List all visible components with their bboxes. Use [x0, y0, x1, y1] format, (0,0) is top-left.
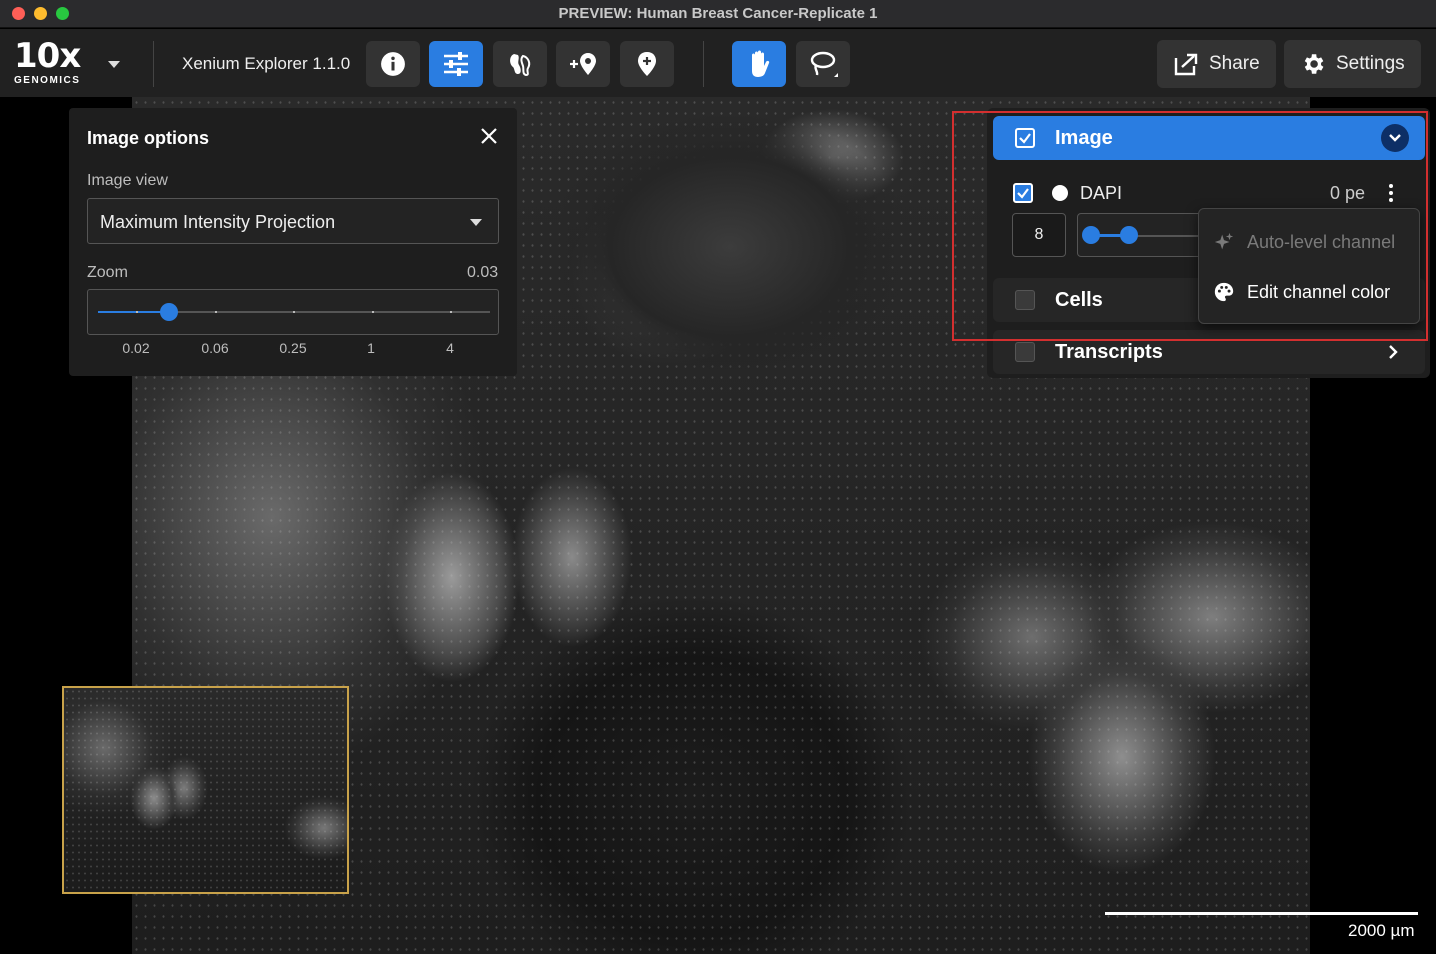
- channel-range-slider[interactable]: [1077, 213, 1207, 257]
- image-layer-header[interactable]: Image: [993, 116, 1425, 160]
- share-icon: [1174, 53, 1198, 76]
- hand-pan-icon: [752, 50, 770, 77]
- chevron-right-icon[interactable]: [1387, 343, 1399, 361]
- close-icon[interactable]: [477, 124, 501, 148]
- chevron-down-icon: [1389, 134, 1401, 142]
- edit-channel-color-menu-item[interactable]: Edit channel color: [1199, 269, 1419, 315]
- cells-layer-checkbox[interactable]: [1015, 290, 1035, 310]
- zoom-tick-label: 0.06: [201, 340, 229, 356]
- chevron-down-icon: [470, 219, 482, 226]
- logo-menu-caret-icon[interactable]: [108, 61, 120, 68]
- edit-channel-color-label: Edit channel color: [1247, 281, 1391, 302]
- image-layer-checkbox[interactable]: [1015, 128, 1035, 148]
- channel-min-input[interactable]: 8: [1012, 213, 1066, 257]
- zoom-slider-thumb[interactable]: [160, 303, 178, 321]
- transcripts-layer-row[interactable]: Transcripts: [993, 330, 1425, 374]
- image-view-value: Maximum Intensity Projection: [100, 212, 336, 232]
- tissue-image-region: [500, 97, 960, 397]
- share-button[interactable]: Share: [1157, 40, 1276, 88]
- overview-minimap[interactable]: [62, 686, 349, 894]
- channel-context-menu: Auto-level channel Edit channel color: [1198, 208, 1420, 324]
- settings-button[interactable]: Settings: [1284, 40, 1421, 88]
- zoom-tick-label: 4: [446, 340, 454, 356]
- share-label: Share: [1209, 53, 1260, 74]
- auto-level-channel-menu-item[interactable]: Auto-level channel: [1199, 219, 1419, 265]
- channel-color-swatch[interactable]: [1052, 185, 1068, 201]
- zoom-slider-mark: [136, 311, 138, 313]
- range-slider-min-thumb[interactable]: [1082, 226, 1100, 244]
- cells-layer-label: Cells: [1055, 289, 1103, 311]
- channel-value: 0 pe: [1330, 183, 1366, 203]
- zoom-tick-label: 0.02: [122, 340, 150, 356]
- settings-label: Settings: [1336, 53, 1405, 74]
- zoom-label: Zoom: [87, 264, 128, 281]
- sliders-icon: [444, 52, 468, 76]
- image-options-title: Image options: [87, 128, 210, 148]
- scale-bar: [1105, 912, 1418, 915]
- zoom-tick-label: 0.25: [279, 340, 307, 356]
- transcripts-layer-checkbox[interactable]: [1015, 342, 1035, 362]
- zoom-slider-mark: [372, 311, 374, 313]
- range-slider-track[interactable]: [1130, 235, 1206, 237]
- image-layer-label: Image: [1055, 127, 1113, 149]
- image-options-panel: Image options Image view Maximum Intensi…: [69, 108, 517, 376]
- window-title: PREVIEW: Human Breast Cancer-Replicate 1: [558, 5, 878, 22]
- more-options-icon[interactable]: [1385, 182, 1397, 204]
- auto-level-channel-label: Auto-level channel: [1247, 231, 1396, 252]
- main-toolbar: 10x GENOMICS Xenium Explorer 1.1.0 Share…: [0, 29, 1436, 97]
- zoom-value: 0.03: [467, 264, 499, 281]
- info-button[interactable]: [366, 41, 420, 87]
- gear-icon: [1304, 54, 1324, 74]
- info-icon: [381, 52, 405, 76]
- pin-add-icon: [638, 52, 656, 76]
- app-name: Xenium Explorer 1.1.0: [182, 54, 351, 73]
- zoom-slider-mark: [215, 311, 217, 313]
- dapi-channel-checkbox[interactable]: [1013, 183, 1033, 203]
- pan-tool-button[interactable]: [732, 41, 786, 87]
- checkmark-icon: [1019, 133, 1031, 144]
- image-view-select[interactable]: Maximum Intensity Projection: [87, 198, 499, 244]
- zoom-tick-label: 1: [367, 340, 375, 356]
- lasso-tool-button[interactable]: [796, 41, 850, 87]
- logo-subtext: GENOMICS: [14, 75, 81, 86]
- toolbar-divider: [703, 41, 704, 87]
- add-pin-button[interactable]: [620, 41, 674, 87]
- sparkle-icon: [1214, 232, 1234, 250]
- zoom-slider-mark: [293, 311, 295, 313]
- image-view-label: Image view: [87, 172, 168, 189]
- image-options-button[interactable]: [429, 41, 483, 87]
- zoom-slider-mark: [450, 311, 452, 313]
- logo-text: 10x: [14, 36, 81, 76]
- add-location-icon: [570, 53, 596, 75]
- cell-segmentation-button[interactable]: [493, 41, 547, 87]
- channel-name: DAPI: [1080, 183, 1123, 203]
- window-titlebar: PREVIEW: Human Breast Cancer-Replicate 1: [0, 0, 1436, 28]
- cell-segmentation-icon: [510, 54, 531, 77]
- checkmark-icon: [1017, 188, 1029, 199]
- toolbar-divider: [153, 41, 154, 87]
- palette-icon: [1214, 282, 1234, 302]
- zoom-slider[interactable]: [87, 289, 499, 335]
- 10x-genomics-logo[interactable]: 10x GENOMICS: [14, 39, 84, 87]
- image-layer-collapse-button[interactable]: [1381, 124, 1409, 152]
- lasso-icon: [810, 51, 838, 77]
- transcripts-layer-label: Transcripts: [1055, 341, 1163, 363]
- add-location-button[interactable]: [556, 41, 610, 87]
- range-slider-max-thumb[interactable]: [1120, 226, 1138, 244]
- scale-bar-label: 2000 µm: [1348, 921, 1415, 940]
